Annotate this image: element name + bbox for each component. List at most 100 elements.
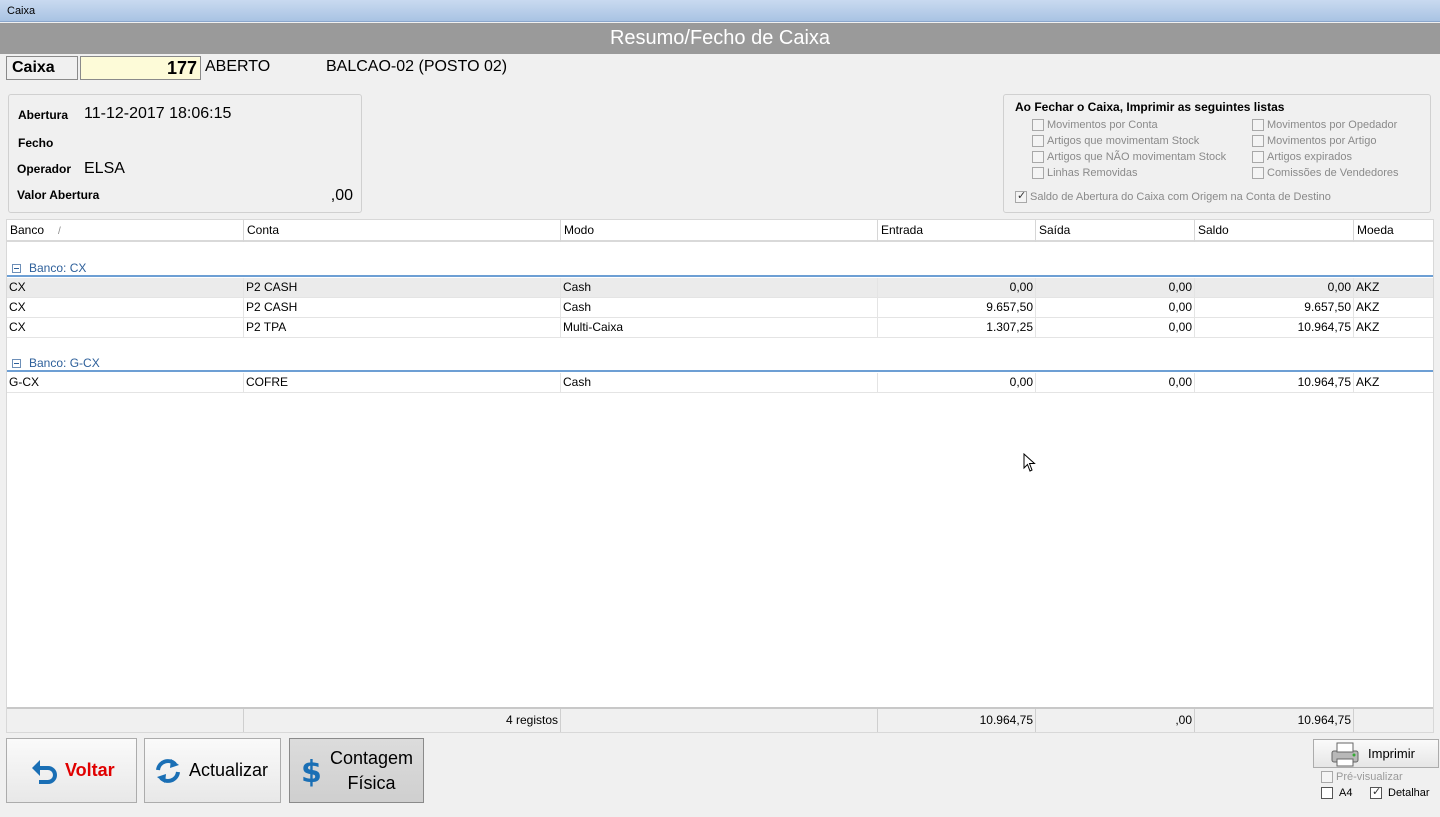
printer-icon bbox=[1328, 741, 1362, 767]
info-panel: Abertura 11-12-2017 18:06:15 Fecho Opera… bbox=[8, 94, 362, 213]
checkbox-box[interactable] bbox=[1252, 135, 1264, 147]
checkbox-label: Pré-visualizar bbox=[1336, 771, 1403, 783]
page-title: Resumo/Fecho de Caixa bbox=[0, 23, 1440, 54]
checkbox-label: Artigos que NÃO movimentam Stock bbox=[1047, 151, 1227, 163]
checkbox-movimentos-por-conta[interactable]: Movimentos por Conta bbox=[1032, 119, 1158, 131]
cell-saldo: 0,00 bbox=[1195, 278, 1354, 298]
cell-saida: 0,00 bbox=[1036, 278, 1195, 298]
cell-saida: 0,00 bbox=[1036, 298, 1195, 318]
checkbox-box[interactable] bbox=[1252, 151, 1264, 163]
group-row-banco-cx[interactable]: Banco: CX bbox=[7, 259, 1433, 277]
pre-visualizar-checkbox[interactable]: Pré-visualizar bbox=[1321, 771, 1403, 783]
checkbox-box[interactable] bbox=[1032, 135, 1044, 147]
cell-conta: P2 TPA bbox=[244, 318, 561, 338]
checkbox-artigos-nao-movimentam-stock[interactable]: Artigos que NÃO movimentam Stock bbox=[1032, 151, 1226, 163]
cell-entrada: 0,00 bbox=[878, 278, 1036, 298]
cell-banco: CX bbox=[7, 318, 244, 338]
checkbox-artigos-movimentam-stock[interactable]: Artigos que movimentam Stock bbox=[1032, 135, 1199, 147]
refresh-icon bbox=[151, 754, 185, 788]
column-header-saldo[interactable]: Saldo bbox=[1195, 220, 1354, 242]
table-row[interactable]: CX P2 CASH Cash 0,00 0,00 0,00 AKZ bbox=[7, 278, 1433, 298]
svg-text:$: $ bbox=[301, 755, 322, 788]
caixa-label: Caixa bbox=[6, 56, 78, 80]
cell-entrada: 0,00 bbox=[878, 373, 1036, 393]
cell-conta: P2 CASH bbox=[244, 278, 561, 298]
contagem-fisica-button[interactable]: $ Contagem Física bbox=[289, 738, 424, 803]
cell-modo: Cash bbox=[561, 278, 878, 298]
column-header-modo[interactable]: Modo bbox=[561, 220, 878, 242]
sort-indicator-icon: / bbox=[58, 226, 61, 237]
checkbox-box-checked[interactable] bbox=[1370, 785, 1382, 799]
footer-total-entrada: 10.964,75 bbox=[878, 709, 1036, 732]
a4-checkbox[interactable]: A4 bbox=[1321, 787, 1352, 799]
checkbox-box[interactable] bbox=[1032, 151, 1044, 163]
operador-label: Operador bbox=[17, 162, 72, 176]
checkbox-movimentos-por-artigo[interactable]: Movimentos por Artigo bbox=[1252, 135, 1376, 147]
cell-moeda: AKZ bbox=[1356, 320, 1380, 334]
column-header-banco[interactable]: Banco / bbox=[7, 220, 244, 242]
column-header-conta[interactable]: Conta bbox=[244, 220, 561, 242]
checkbox-comissoes-vendedores[interactable]: Comissões de Vendedores bbox=[1252, 167, 1398, 179]
cell-banco: CX bbox=[7, 298, 244, 318]
group-label: Banco: CX bbox=[29, 261, 87, 275]
detalhar-checkbox[interactable]: Detalhar bbox=[1370, 785, 1430, 799]
actualizar-label: Actualizar bbox=[189, 760, 269, 780]
checkbox-artigos-expirados[interactable]: Artigos expirados bbox=[1252, 151, 1352, 163]
checkbox-label: Movimentos por Conta bbox=[1047, 119, 1158, 131]
abertura-label: Abertura bbox=[18, 108, 69, 122]
grid-footer: 4 registos 10.964,75 ,00 10.964,75 bbox=[7, 707, 1433, 732]
footer-record-count: 4 registos bbox=[244, 709, 561, 732]
cell-conta: COFRE bbox=[244, 373, 561, 393]
caixa-status: ABERTO bbox=[205, 58, 271, 75]
checkbox-label: Comissões de Vendedores bbox=[1267, 167, 1399, 179]
collapse-icon[interactable] bbox=[12, 264, 21, 273]
footer-cell-empty bbox=[7, 709, 244, 732]
table-row[interactable]: CX P2 TPA Multi-Caixa 1.307,25 0,00 10.9… bbox=[7, 318, 1433, 338]
checkbox-box[interactable] bbox=[1032, 119, 1044, 131]
voltar-button[interactable]: Voltar bbox=[6, 738, 137, 803]
checkbox-label: Artigos que movimentam Stock bbox=[1047, 135, 1200, 147]
group-label: Banco: G-CX bbox=[29, 356, 100, 370]
cell-saida: 0,00 bbox=[1036, 318, 1195, 338]
voltar-label: Voltar bbox=[65, 760, 115, 780]
collapse-icon[interactable] bbox=[12, 359, 21, 368]
cell-saldo: 9.657,50 bbox=[1195, 298, 1354, 318]
imprimir-label: Imprimir bbox=[1368, 746, 1415, 761]
imprimir-button[interactable]: Imprimir bbox=[1313, 739, 1439, 768]
checkbox-box[interactable] bbox=[1032, 167, 1044, 179]
checkbox-box[interactable] bbox=[1321, 771, 1333, 783]
print-lists-title: Ao Fechar o Caixa, Imprimir as seguintes… bbox=[1015, 100, 1285, 114]
footer-cell-empty bbox=[1354, 709, 1434, 732]
caixa-number-field[interactable]: 177 bbox=[80, 56, 201, 80]
window-title: Caixa bbox=[7, 5, 36, 17]
column-header-entrada[interactable]: Entrada bbox=[878, 220, 1036, 242]
cell-moeda: AKZ bbox=[1356, 280, 1380, 294]
checkbox-box[interactable] bbox=[1252, 119, 1264, 131]
group-row-banco-g-cx[interactable]: Banco: G-CX bbox=[7, 354, 1433, 372]
checkbox-label: Artigos expirados bbox=[1267, 151, 1352, 163]
footer-total-saida: ,00 bbox=[1036, 709, 1195, 732]
grid-header: Banco / Conta Modo Entrada Saída Saldo Mo… bbox=[7, 220, 1433, 242]
table-row[interactable]: G-CX COFRE Cash 0,00 0,00 10.964,75 AKZ bbox=[7, 373, 1433, 393]
checkbox-box[interactable] bbox=[1252, 167, 1264, 179]
valor-abertura-label: Valor Abertura bbox=[17, 188, 100, 202]
column-header-saida[interactable]: Saída bbox=[1036, 220, 1195, 242]
cell-entrada: 1.307,25 bbox=[878, 318, 1036, 338]
cell-modo: Multi-Caixa bbox=[561, 318, 878, 338]
fecho-label: Fecho bbox=[18, 136, 54, 150]
movements-grid: Banco / Conta Modo Entrada Saída Saldo Mo… bbox=[6, 219, 1434, 733]
actualizar-button[interactable]: Actualizar bbox=[144, 738, 281, 803]
column-header-moeda[interactable]: Moeda bbox=[1354, 220, 1434, 242]
table-row[interactable]: CX P2 CASH Cash 9.657,50 0,00 9.657,50 A… bbox=[7, 298, 1433, 318]
checkbox-saldo-abertura-origem[interactable]: Saldo de Abertura do Caixa com Origem na… bbox=[1015, 189, 1331, 203]
undo-arrow-icon bbox=[27, 754, 61, 788]
footer-cell-empty bbox=[561, 709, 878, 732]
mouse-cursor-icon bbox=[1023, 452, 1037, 476]
cell-saldo: 10.964,75 bbox=[1195, 373, 1354, 393]
checkbox-linhas-removidas[interactable]: Linhas Removidas bbox=[1032, 167, 1138, 179]
checkbox-movimentos-por-operador[interactable]: Movimentos por Opedador bbox=[1252, 119, 1397, 131]
cell-modo: Cash bbox=[561, 298, 878, 318]
footer-total-saldo: 10.964,75 bbox=[1195, 709, 1354, 732]
checkbox-box-checked[interactable] bbox=[1015, 189, 1027, 203]
checkbox-box[interactable] bbox=[1321, 787, 1333, 799]
